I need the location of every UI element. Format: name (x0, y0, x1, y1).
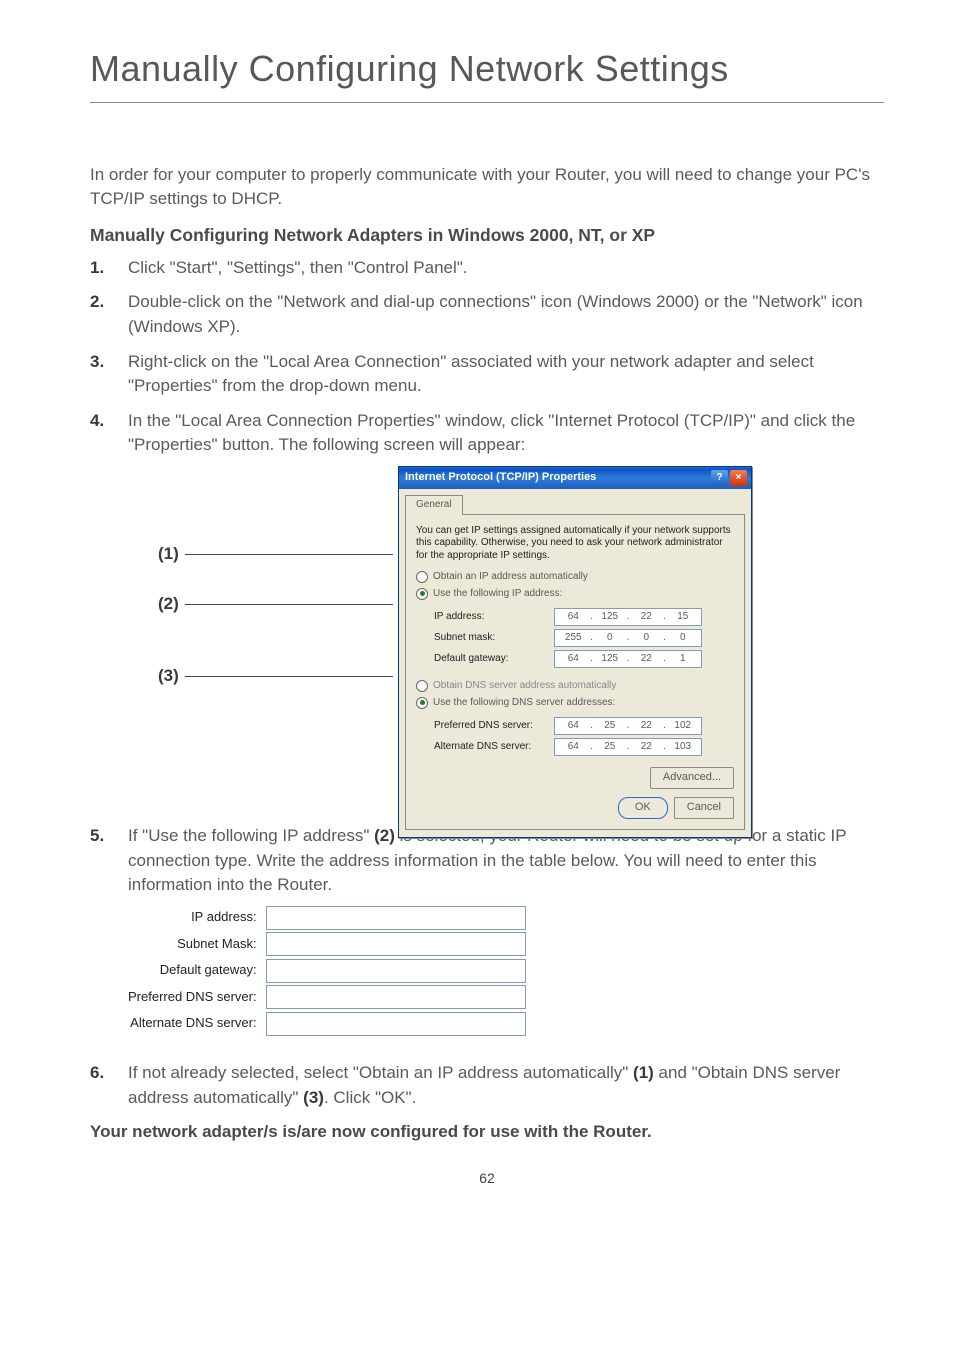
subheading: Manually Configuring Network Adapters in… (90, 225, 884, 246)
step-2-text: Double-click on the "Network and dial-up… (128, 290, 884, 339)
callout-2-line (185, 604, 393, 605)
form-subnet-label: Subnet Mask: (128, 931, 265, 958)
ip-octet: 15 (668, 610, 699, 625)
radio-label: Use the following IP address: (433, 587, 562, 602)
title-divider (90, 102, 884, 103)
step-6-b1: (1) (633, 1063, 654, 1082)
alternate-dns-field[interactable]: 64. 25. 22. 103 (554, 738, 702, 756)
dialog-description: You can get IP settings assigned automat… (416, 525, 734, 563)
step-5: If "Use the following IP address" (2) is… (90, 824, 884, 1051)
step-5-bold: (2) (374, 826, 395, 845)
ip-octet: 25 (595, 719, 626, 734)
ip-octet: 64 (558, 610, 589, 625)
radio-label: Obtain DNS server address automatically (433, 679, 616, 694)
ip-octet: 0 (668, 631, 699, 646)
steps-list: Click "Start", "Settings", then "Control… (90, 256, 884, 1111)
form-gateway-label: Default gateway: (128, 957, 265, 984)
callout-1-line (185, 554, 393, 555)
ip-octet: 22 (631, 740, 662, 755)
callout-3: (3) (158, 664, 179, 689)
ip-octet: 22 (631, 610, 662, 625)
form-subnet-input[interactable] (266, 932, 526, 956)
tcpip-properties-dialog: Internet Protocol (TCP/IP) Properties ? … (398, 466, 752, 838)
radio-icon (416, 588, 428, 600)
ip-octet: 0 (595, 631, 626, 646)
step-3-text: Right-click on the "Local Area Connectio… (128, 350, 884, 399)
step-4: In the "Local Area Connection Properties… (90, 409, 884, 814)
radio-icon (416, 697, 428, 709)
step-6-b2: (3) (303, 1088, 324, 1107)
radio-obtain-ip-auto[interactable]: Obtain an IP address automatically (416, 570, 734, 585)
step-6: If not already selected, select "Obtain … (90, 1061, 884, 1110)
step-6-pre: If not already selected, select "Obtain … (128, 1063, 633, 1082)
alternate-dns-label: Alternate DNS server: (434, 740, 554, 755)
callout-3-line (185, 676, 393, 677)
form-ip-input[interactable] (266, 906, 526, 930)
subnet-mask-label: Subnet mask: (434, 631, 554, 646)
preferred-dns-label: Preferred DNS server: (434, 719, 554, 734)
ip-octet: 103 (668, 740, 699, 755)
help-button[interactable]: ? (711, 470, 728, 486)
dialog-titlebar: Internet Protocol (TCP/IP) Properties ? … (399, 467, 751, 489)
form-pdns-input[interactable] (266, 985, 526, 1009)
callout-2: (2) (158, 592, 179, 617)
ip-octet: 64 (558, 740, 589, 755)
default-gateway-field[interactable]: 64. 125. 22. 1 (554, 650, 702, 668)
ok-button[interactable]: OK (618, 797, 668, 819)
radio-icon (416, 571, 428, 583)
ip-address-field[interactable]: 64. 125. 22. 15 (554, 608, 702, 626)
intro-paragraph: In order for your computer to properly c… (90, 163, 884, 211)
page-title: Manually Configuring Network Settings (90, 48, 884, 90)
radio-use-following-ip[interactable]: Use the following IP address: (416, 587, 734, 602)
cancel-button[interactable]: Cancel (674, 797, 734, 819)
form-ip-label: IP address: (128, 904, 265, 931)
close-button[interactable]: × (730, 470, 747, 486)
dialog-title: Internet Protocol (TCP/IP) Properties (405, 470, 596, 486)
preferred-dns-field[interactable]: 64. 25. 22. 102 (554, 717, 702, 735)
form-adns-input[interactable] (266, 1012, 526, 1036)
callout-1: (1) (158, 542, 179, 567)
form-adns-label: Alternate DNS server: (128, 1011, 265, 1038)
subnet-mask-field[interactable]: 255. 0. 0. 0 (554, 629, 702, 647)
ip-octet: 25 (595, 740, 626, 755)
radio-label: Obtain an IP address automatically (433, 570, 588, 585)
ip-octet: 125 (595, 652, 626, 667)
radio-use-following-dns[interactable]: Use the following DNS server addresses: (416, 696, 734, 711)
ip-octet: 1 (668, 652, 699, 667)
ip-octet: 102 (668, 719, 699, 734)
dialog-screenshot: (1) (2) (3) (128, 466, 884, 796)
footer-note: Your network adapter/s is/are now config… (90, 1122, 884, 1142)
step-2: Double-click on the "Network and dial-up… (90, 290, 884, 339)
step-1-text: Click "Start", "Settings", then "Control… (128, 256, 884, 281)
page-number: 62 (90, 1170, 884, 1186)
radio-label: Use the following DNS server addresses: (433, 696, 615, 711)
radio-icon (416, 680, 428, 692)
address-info-table: IP address: Subnet Mask: Default gateway… (128, 904, 527, 1037)
step-3: Right-click on the "Local Area Connectio… (90, 350, 884, 399)
form-pdns-label: Preferred DNS server: (128, 984, 265, 1011)
form-gateway-input[interactable] (266, 959, 526, 983)
ip-octet: 64 (558, 719, 589, 734)
ip-octet: 125 (595, 610, 626, 625)
radio-obtain-dns-auto[interactable]: Obtain DNS server address automatically (416, 679, 734, 694)
ip-octet: 22 (631, 719, 662, 734)
advanced-button[interactable]: Advanced... (650, 767, 734, 789)
tab-general[interactable]: General (405, 495, 463, 515)
step-1: Click "Start", "Settings", then "Control… (90, 256, 884, 281)
ip-octet: 64 (558, 652, 589, 667)
ip-octet: 22 (631, 652, 662, 667)
step-4-text: In the "Local Area Connection Properties… (128, 411, 855, 455)
default-gateway-label: Default gateway: (434, 652, 554, 667)
ip-octet: 0 (631, 631, 662, 646)
ip-octet: 255 (558, 631, 589, 646)
step-5-pre: If "Use the following IP address" (128, 826, 374, 845)
ip-address-label: IP address: (434, 610, 554, 625)
step-6-post: . Click "OK". (324, 1088, 416, 1107)
